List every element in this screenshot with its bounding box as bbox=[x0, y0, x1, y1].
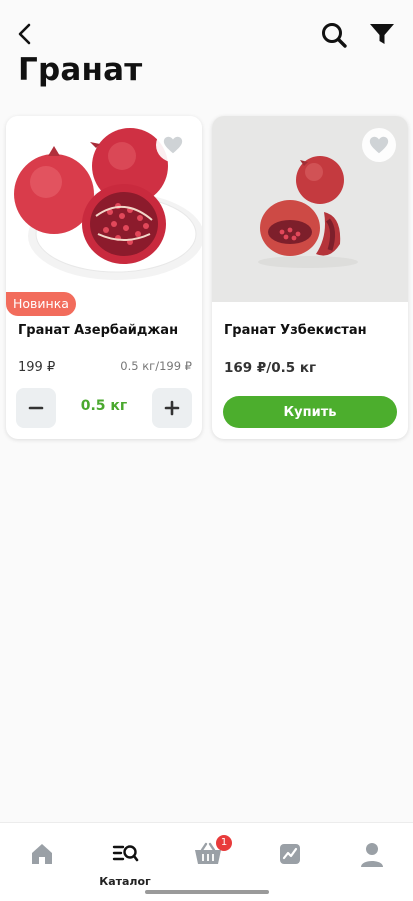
filter-button[interactable] bbox=[368, 20, 396, 48]
profile-icon bbox=[361, 843, 383, 867]
back-arrow-icon bbox=[18, 23, 31, 45]
nav-stats[interactable] bbox=[260, 835, 320, 889]
nav-label: Каталог bbox=[99, 875, 151, 888]
favorite-button[interactable] bbox=[156, 128, 190, 162]
catalog-icon bbox=[112, 845, 139, 862]
search-button[interactable] bbox=[319, 20, 349, 50]
favorite-button[interactable] bbox=[362, 128, 396, 162]
search-icon bbox=[322, 23, 347, 48]
nav-home[interactable] bbox=[12, 835, 72, 889]
quantity-stepper: 0.5 кг bbox=[16, 388, 192, 428]
filter-icon bbox=[370, 24, 394, 44]
increase-button[interactable] bbox=[152, 388, 192, 428]
product-card[interactable]: Гранат Узбекистан 169 ₽/0.5 кг Купить bbox=[212, 116, 408, 439]
nav-profile[interactable] bbox=[342, 835, 402, 889]
nav-catalog[interactable]: Каталог bbox=[95, 835, 155, 889]
product-name[interactable]: Гранат Узбекистан bbox=[224, 323, 367, 338]
home-indicator bbox=[145, 890, 269, 894]
back-button[interactable] bbox=[12, 20, 40, 48]
heart-icon bbox=[163, 136, 183, 154]
nav-cart[interactable]: 1 bbox=[178, 835, 238, 889]
chart-icon bbox=[280, 844, 300, 864]
page-title: Гранат bbox=[18, 52, 143, 88]
heart-icon bbox=[369, 136, 389, 154]
price-per-weight: 0.5 кг/199 ₽ bbox=[120, 359, 192, 373]
header: Гранат bbox=[0, 0, 413, 110]
buy-button[interactable]: Купить bbox=[223, 396, 397, 428]
product-name[interactable]: Гранат Азербайджан bbox=[18, 323, 178, 338]
cart-count-badge: 1 bbox=[216, 835, 232, 851]
plus-icon bbox=[164, 400, 180, 416]
product-price: 169 ₽/0.5 кг bbox=[224, 360, 317, 376]
home-icon bbox=[32, 844, 52, 864]
product-card[interactable]: Новинка Гранат Азербайджан 199 ₽ 0.5 кг/… bbox=[6, 116, 202, 439]
product-price: 199 ₽ bbox=[18, 360, 56, 375]
new-badge: Новинка bbox=[6, 292, 76, 316]
